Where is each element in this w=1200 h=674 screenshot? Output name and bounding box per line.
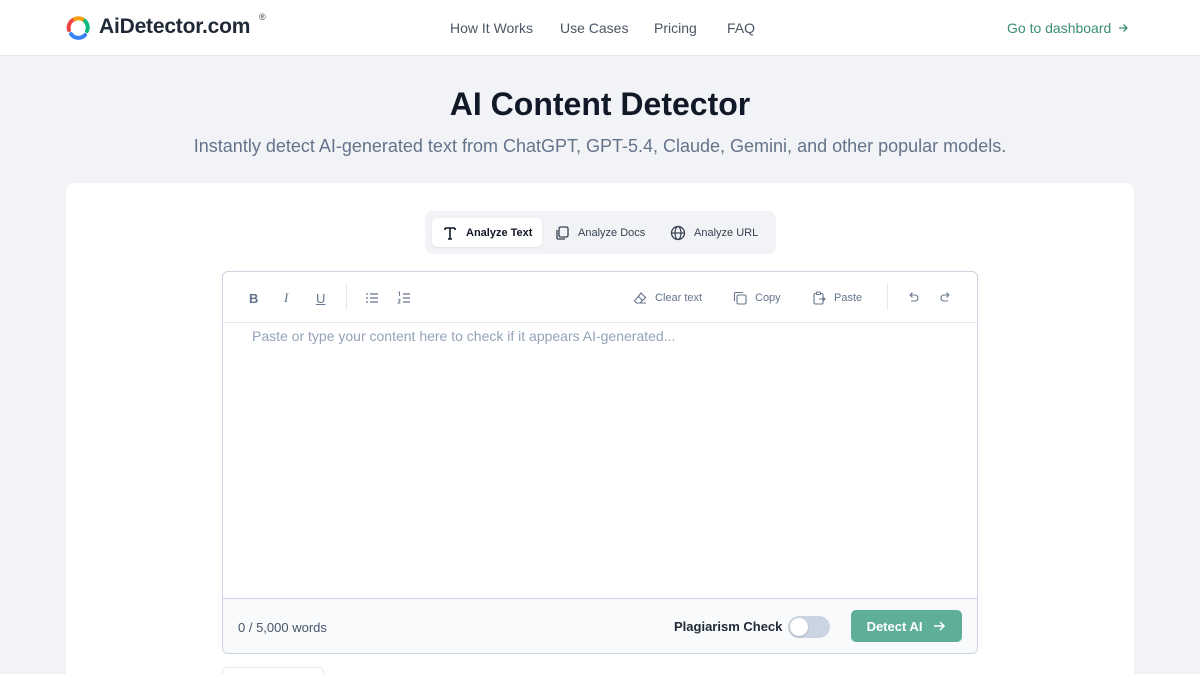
registered-mark: ® [259,12,266,22]
bullet-list-button[interactable] [365,289,379,307]
paste-button[interactable]: Paste [812,289,862,307]
redo-icon [940,292,950,302]
analyze-tabs: Analyze Text Analyze Docs Analyze URL [425,211,776,254]
copy-icon [733,291,747,305]
tab-label: Analyze Text [466,226,533,239]
undo-button[interactable] [906,289,920,307]
arrow-right-icon [1119,24,1129,32]
clear-text-button[interactable]: Clear text [633,289,702,307]
copy-label: Copy [755,292,781,304]
nav-use-cases[interactable]: Use Cases [560,20,628,36]
numbered-list-button[interactable] [397,289,411,307]
text-icon [444,226,456,240]
toggle-knob [790,618,808,636]
undo-icon [909,292,919,302]
editor-footer: 0 / 5,000 words Plagiarism Check Detect … [223,598,977,653]
nav-faq[interactable]: FAQ [727,20,755,36]
eraser-icon [633,292,647,304]
clipboard-icon [813,291,826,305]
page-subtitle: Instantly detect AI-generated text from … [193,136,1007,156]
nav-pricing[interactable]: Pricing [654,20,697,36]
editor-toolbar: B I U Clear text Copy Paste [223,272,977,323]
plagiarism-check-label: Plagiarism Check [674,619,783,634]
go-to-dashboard-link[interactable]: Go to dashboard [1007,20,1129,36]
bullet-list-icon [366,293,378,303]
toolbar-divider [346,284,347,310]
secondary-control[interactable] [222,667,324,674]
italic-button[interactable]: I [284,289,288,307]
paste-label: Paste [834,292,863,304]
detect-ai-button[interactable]: Detect AI [851,610,962,642]
underline-button[interactable]: U [316,289,325,307]
toolbar-divider [887,284,888,310]
logo-mark-icon [66,16,90,40]
page-title: AI Content Detector [449,86,751,122]
tab-label: Analyze URL [694,226,759,239]
plagiarism-check-toggle[interactable] [788,616,830,638]
word-count: 0 / 5,000 words [238,620,327,635]
tab-analyze-docs[interactable]: Analyze Docs [544,218,655,247]
clear-text-label: Clear text [655,292,703,304]
redo-button[interactable] [939,289,953,307]
globe-icon [670,225,686,240]
detect-ai-label: Detect AI [866,618,923,634]
arrow-right-icon [934,621,946,631]
copy-button[interactable]: Copy [733,289,781,307]
editor-textarea[interactable]: Paste or type your content here to check… [252,328,675,344]
logo[interactable]: AiDetector.com ® [65,12,266,40]
docs-icon [556,225,569,240]
tab-analyze-url[interactable]: Analyze URL [660,218,768,247]
logo-text: AiDetector.com [99,15,251,38]
site-header: AiDetector.com ® How It Works Use Cases … [0,0,1200,56]
text-editor: B I U Clear text Copy Paste Paste or typ… [222,271,978,654]
dashboard-link-label: Go to dashboard [1007,20,1112,36]
bold-button[interactable]: B [249,289,258,307]
nav-how-it-works[interactable]: How It Works [450,20,533,36]
tab-label: Analyze Docs [578,226,646,239]
tab-analyze-text[interactable]: Analyze Text [432,218,543,247]
numbered-list-icon [397,291,410,304]
